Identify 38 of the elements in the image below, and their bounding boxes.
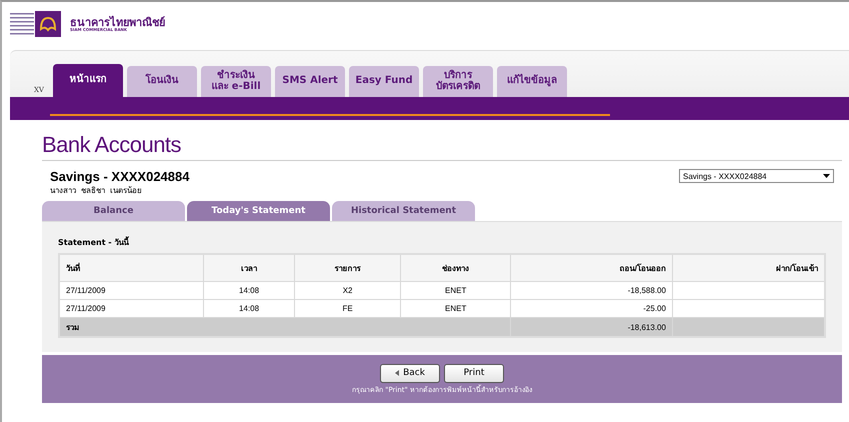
total-withdrawal: -18,613.00 <box>510 318 672 337</box>
print-button[interactable]: Print <box>444 364 504 382</box>
page-title: Bank Accounts <box>42 132 842 161</box>
table-cell: 27/11/2009 <box>59 282 204 300</box>
table-cell: ENET <box>400 300 510 318</box>
back-button[interactable]: Back <box>380 364 440 382</box>
account-holder: นางสาว ชลธิชา เนตรน้อย <box>50 185 144 197</box>
table-cell: 14:08 <box>204 282 294 300</box>
statement-tab[interactable]: Historical Statement <box>332 201 475 221</box>
column-header: รายการ <box>294 254 401 282</box>
table-cell: X2 <box>294 282 401 300</box>
nav-tab[interactable]: ชำระเงิน และ e-Bill <box>201 66 271 97</box>
column-header: เวลา <box>204 254 294 282</box>
account-name: Savings - XXXX024884 <box>50 169 190 184</box>
nav-tab[interactable]: โอนเงิน <box>127 66 197 97</box>
caret-icon <box>823 174 830 178</box>
total-label: รวม <box>59 318 510 337</box>
nav-tab[interactable]: SMS Alert <box>275 66 345 97</box>
nav-tab[interactable]: แก้ไขข้อมูล <box>497 66 567 97</box>
table-cell: 14:08 <box>204 300 294 318</box>
column-header: ฝาก/โอนเข้า <box>672 254 825 282</box>
statement-tab[interactable]: Balance <box>42 201 185 221</box>
nav-tab[interactable]: บริการ บัตรเครดิต <box>423 66 493 97</box>
back-arrow-icon <box>395 370 400 376</box>
statement-tab[interactable]: Today's Statement <box>187 201 330 221</box>
bank-name: ธนาคารไทยพาณิชย์ <box>70 16 165 28</box>
statement-heading: Statement - วันนี้ <box>58 236 130 249</box>
table-cell: FE <box>294 300 401 318</box>
column-header: ถอน/โอนออก <box>510 254 672 282</box>
table-cell: -25.00 <box>510 300 672 318</box>
column-header: วันที่ <box>59 254 204 282</box>
nav-tab[interactable]: Easy Fund <box>349 66 419 97</box>
table-cell: 27/11/2009 <box>59 300 204 318</box>
table-cell: -18,588.00 <box>510 282 672 300</box>
nav-tab[interactable]: หน้าแรก <box>53 64 123 97</box>
account-dropdown[interactable]: Savings - XXXX024884 <box>679 169 834 183</box>
table-cell: ENET <box>400 282 510 300</box>
column-header: ช่องทาง <box>400 254 510 282</box>
